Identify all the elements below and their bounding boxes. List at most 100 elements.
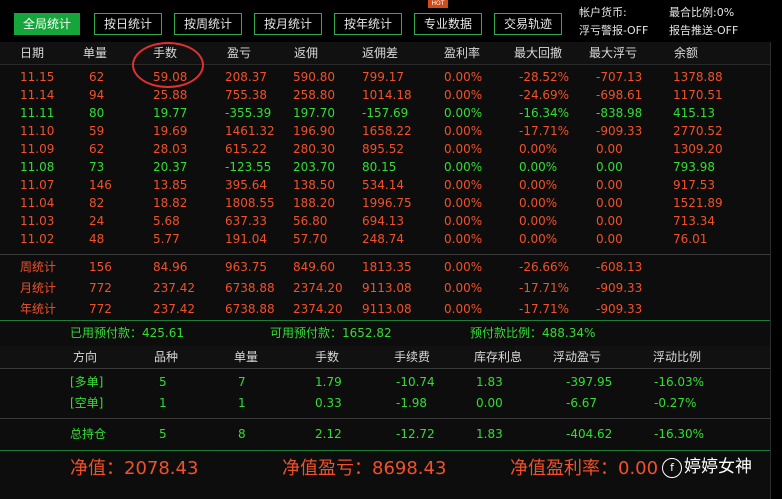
cell-profit-rate: 0.00% <box>444 178 483 192</box>
total-cell-lots: 2.12 <box>315 427 342 441</box>
tab-global-stats[interactable]: 全局统计 <box>14 13 80 35</box>
pos-cell-commission: -10.74 <box>396 375 435 389</box>
cell-rebate: 138.50 <box>293 178 335 192</box>
cell-profit: -123.55 <box>225 160 272 174</box>
tab-trade-trace[interactable]: 交易轨迹 <box>494 13 562 35</box>
cell-profit: 6738.88 <box>225 281 275 295</box>
cell-rebate: 203.70 <box>293 160 335 174</box>
float-loss-alert-toggle[interactable]: 浮亏警报-OFF <box>579 22 648 38</box>
cell-lots: 25.88 <box>153 88 188 102</box>
cell-date: 11.11 <box>20 106 55 120</box>
position-row[interactable]: [空单] 1 1 0.33 -1.98 0.00 -6.67 -0.27% <box>0 394 770 412</box>
period-stat-row: 月统计 772 237.42 6738.88 2374.20 9113.08 0.00% -1… <box>0 279 770 297</box>
header-orders: 单量 <box>83 46 108 60</box>
net-profit-rate: 净值盈利率：0.00 <box>510 458 659 479</box>
cell-profit-rate: 0.00% <box>444 260 483 274</box>
cell-balance: 76.01 <box>673 232 708 246</box>
cell-profit: 1461.32 <box>225 124 275 138</box>
tab-monthly-stats[interactable]: 按月统计 <box>254 13 322 35</box>
pos-header-float-pl: 浮动盈亏 <box>553 350 602 364</box>
header-date: 日期 <box>20 46 45 60</box>
cell-rebate: 849.60 <box>293 260 335 274</box>
cell-balance: 1170.51 <box>673 88 723 102</box>
positions-header: 方向 品种 单量 手数 手续费 库存利息 浮动盈亏 浮动比例 <box>0 346 770 368</box>
cell-max-drawdown: 0.00% <box>519 160 558 174</box>
margin-ratio: 最合比例:0% <box>669 6 735 19</box>
tab-yearly-stats[interactable]: 按年统计 <box>334 13 402 35</box>
cell-lots: 18.82 <box>153 196 188 210</box>
pos-cell-float-pl: -6.67 <box>566 396 598 410</box>
cell-date: 周统计 <box>20 260 57 274</box>
tab-pro-data[interactable]: 专业数据 <box>414 13 482 35</box>
cell-max-drawdown: 0.00% <box>519 196 558 210</box>
cell-lots: 19.77 <box>153 106 188 120</box>
cell-rebate-diff: -157.69 <box>362 106 409 120</box>
divider <box>0 64 770 65</box>
cell-lots: 5.77 <box>153 232 180 246</box>
period-stat-row: 周统计 156 84.96 963.75 849.60 1813.35 0.00% -26.6… <box>0 258 770 276</box>
table-row: 11.11 80 19.77 -355.39 197.70 -157.69 0.00% -16… <box>0 104 770 122</box>
daily-table-header: 日期 单量 手数 盈亏 返佣 返佣差 盈利率 最大回撤 最大浮亏 余额 <box>0 42 770 64</box>
watermark: f 婷婷女神 <box>662 452 752 478</box>
cell-rebate: 197.70 <box>293 106 335 120</box>
cell-max-drawdown: 0.00% <box>519 232 558 246</box>
divider <box>0 418 770 419</box>
lots-highlight-circle <box>132 42 204 88</box>
cell-profit: 191.04 <box>225 232 267 246</box>
cell-max-drawdown: 0.00% <box>519 214 558 228</box>
cell-orders: 772 <box>89 281 112 295</box>
cell-profit-rate: 0.00% <box>444 142 483 156</box>
cell-profit-rate: 0.00% <box>444 214 483 228</box>
pos-cell-float-ratio: -16.03% <box>654 375 705 389</box>
pos-header-orders: 单量 <box>234 350 259 364</box>
table-row: 11.03 24 5.68 637.33 56.80 694.13 0.00% 0.00% 0.… <box>0 212 770 230</box>
side-scrollbar[interactable] <box>770 42 782 499</box>
cell-max-float-loss: 0.00 <box>596 178 623 192</box>
cell-date: 11.02 <box>20 232 55 246</box>
cell-max-drawdown: -26.66% <box>519 260 570 274</box>
cell-rebate: 280.30 <box>293 142 335 156</box>
header-balance: 余额 <box>674 46 699 60</box>
pos-cell-float-pl: -397.95 <box>566 375 613 389</box>
cell-orders: 82 <box>89 196 105 210</box>
pos-header-symbol: 品种 <box>154 350 179 364</box>
cell-rebate: 188.20 <box>293 196 335 210</box>
cell-lots: 237.42 <box>153 302 195 316</box>
cell-orders: 772 <box>89 302 112 316</box>
table-row: 11.15 62 59.08 208.37 590.80 799.17 0.00% -28.5… <box>0 68 770 86</box>
cell-profit: 755.38 <box>225 88 267 102</box>
cell-lots: 237.42 <box>153 281 195 295</box>
cell-max-float-loss: 0.00 <box>596 232 623 246</box>
pos-cell-orders: 7 <box>238 375 246 389</box>
cell-balance: 1378.88 <box>673 70 723 84</box>
cell-rebate: 258.80 <box>293 88 335 102</box>
divider <box>0 254 770 255</box>
report-push-toggle[interactable]: 报告推送-OFF <box>669 22 738 38</box>
cell-rebate: 196.90 <box>293 124 335 138</box>
cell-date: 11.04 <box>20 196 55 210</box>
cell-profit-rate: 0.00% <box>444 106 483 120</box>
total-cell-symbol: 5 <box>159 427 167 441</box>
cell-date: 11.10 <box>20 124 55 138</box>
tab-daily-stats[interactable]: 按日统计 <box>94 13 162 35</box>
tab-weekly-stats[interactable]: 按周统计 <box>174 13 242 35</box>
cell-orders: 62 <box>89 70 105 84</box>
cell-profit: -355.39 <box>225 106 272 120</box>
account-currency: 帐户货币: <box>579 6 627 19</box>
cell-rebate-diff: 1813.35 <box>362 260 412 274</box>
cell-rebate: 56.80 <box>293 214 328 228</box>
cell-profit-rate: 0.00% <box>444 302 483 316</box>
pos-cell-float-ratio: -0.27% <box>654 396 697 410</box>
toolbar: 全局统计 按日统计 按周统计 按月统计 按年统计 专业数据 HOT 交易轨迹 帐… <box>0 0 782 42</box>
table-row: 11.08 73 20.37 -123.55 203.70 80.15 0.00% 0.00%… <box>0 158 770 176</box>
cell-date: 11.14 <box>20 88 55 102</box>
cell-orders: 146 <box>89 178 112 192</box>
hot-badge: HOT <box>428 0 448 8</box>
cell-orders: 156 <box>89 260 112 274</box>
total-cell-commission: -12.72 <box>396 427 435 441</box>
pos-cell-direction: [多单] <box>70 375 104 389</box>
period-stat-row: 年统计 772 237.42 6738.88 2374.20 9113.08 0.00% -1… <box>0 300 770 318</box>
cell-lots: 13.85 <box>153 178 188 192</box>
cell-max-float-loss: -909.33 <box>596 124 643 138</box>
position-row[interactable]: [多单] 5 7 1.79 -10.74 1.83 -397.95 -16.03% <box>0 373 770 391</box>
